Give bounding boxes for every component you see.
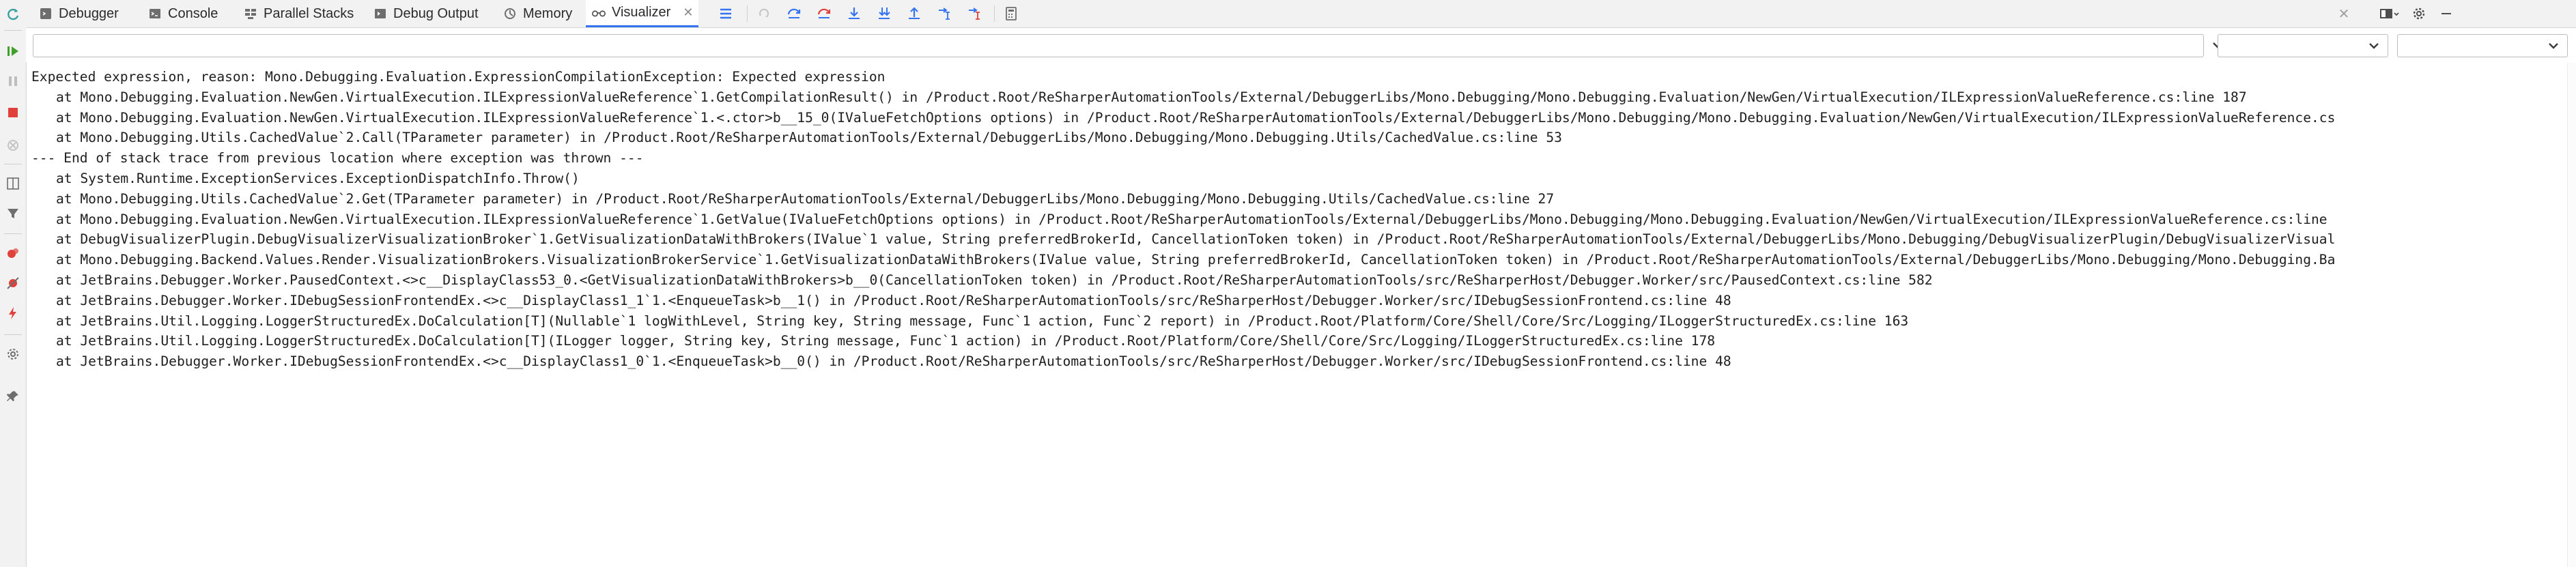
force-step-into-icon[interactable] <box>874 3 894 24</box>
breakpoints-icon[interactable] <box>3 243 23 263</box>
glasses-icon <box>591 5 606 20</box>
chevron-down-icon <box>2545 38 2562 57</box>
run-to-cursor-icon[interactable] <box>934 3 954 24</box>
output-line: at JetBrains.Util.Logging.LoggerStructur… <box>56 333 1716 349</box>
mute-breakpoints-icon[interactable] <box>3 273 23 293</box>
output-line: at Mono.Debugging.Evaluation.NewGen.Virt… <box>56 211 2327 227</box>
tab-bar: Debugger Console Parallel Stacks Debug O… <box>26 0 2576 28</box>
pin-icon[interactable] <box>3 386 23 407</box>
output-line: at JetBrains.Util.Logging.LoggerStructur… <box>56 312 1909 329</box>
gear-icon[interactable] <box>2409 3 2429 24</box>
visualizer-select[interactable] <box>2218 34 2388 57</box>
minimize-icon[interactable] <box>2436 3 2457 24</box>
tab-parallel-stacks[interactable]: Parallel Stacks <box>238 0 359 27</box>
broker-select[interactable] <box>2397 34 2568 57</box>
tab-visualizer[interactable]: Visualizer ✕ <box>586 0 699 27</box>
step-out-icon[interactable] <box>904 3 924 24</box>
tab-label: Debug Output <box>393 5 479 21</box>
expression-input[interactable] <box>33 34 2204 57</box>
output-line: at Mono.Debugging.Utils.CachedValue`2.Ca… <box>56 130 1562 146</box>
filter-icon[interactable] <box>3 203 23 224</box>
expression-row <box>26 28 2576 62</box>
calculator-icon[interactable] <box>1001 3 1021 24</box>
output-line: at JetBrains.Debugger.Worker.IDebugSessi… <box>56 353 1731 370</box>
step-over-back-icon[interactable] <box>814 3 834 24</box>
close-icon[interactable]: ✕ <box>683 5 693 20</box>
output-line: at Mono.Debugging.Evaluation.NewGen.Virt… <box>56 89 2247 105</box>
show-execution-point-icon[interactable] <box>754 3 774 24</box>
tab-label: Console <box>168 5 218 21</box>
debugger-icon <box>38 6 53 21</box>
set-next-statement-icon[interactable] <box>964 3 985 24</box>
tab-debug-output[interactable]: Debug Output <box>367 0 484 27</box>
layout-icon[interactable] <box>3 173 23 194</box>
parallel-stacks-icon <box>243 6 258 21</box>
detach-icon[interactable] <box>3 135 23 156</box>
close-icon[interactable]: ✕ <box>2334 3 2354 24</box>
chevron-down-icon <box>2366 38 2382 57</box>
vertical-scrollbar[interactable] <box>2567 63 2576 567</box>
stop-icon[interactable] <box>3 102 23 123</box>
output-line: at JetBrains.Debugger.Worker.IDebugSessi… <box>56 292 1731 308</box>
pause-icon[interactable] <box>3 71 23 91</box>
output-line: at Mono.Debugging.Backend.Values.Render.… <box>56 252 2336 268</box>
output-line: at Mono.Debugging.Utils.CachedValue`2.Ge… <box>56 190 1555 207</box>
step-into-icon[interactable] <box>844 3 864 24</box>
console-icon <box>147 6 162 21</box>
layout-options-icon[interactable] <box>2379 3 2399 24</box>
visualizer-output: Expected expression, reason: Mono.Debugg… <box>31 67 2569 567</box>
rerun-icon[interactable] <box>3 4 23 25</box>
output-line: Expected expression, reason: Mono.Debugg… <box>31 69 886 85</box>
tab-console[interactable]: Console <box>142 0 223 27</box>
hamburger-menu-icon[interactable] <box>716 3 736 24</box>
tab-debugger[interactable]: Debugger <box>33 0 124 27</box>
tab-memory[interactable]: Memory <box>497 0 578 27</box>
tab-label: Visualizer <box>612 5 671 20</box>
output-line: at Mono.Debugging.Evaluation.NewGen.Virt… <box>56 109 2336 126</box>
memory-icon <box>503 6 518 21</box>
output-line: at JetBrains.Debugger.Worker.PausedConte… <box>56 272 1933 288</box>
tab-label: Debugger <box>59 5 119 21</box>
debug-output-icon <box>373 6 388 21</box>
output-line: --- End of stack trace from previous loc… <box>31 150 644 166</box>
tab-label: Parallel Stacks <box>264 5 354 21</box>
step-over-icon[interactable] <box>784 3 804 24</box>
settings-icon[interactable] <box>3 344 23 364</box>
resume-icon[interactable] <box>3 41 23 61</box>
output-line: at DebugVisualizerPlugin.DebugVisualizer… <box>56 231 2336 248</box>
exception-breakpoint-icon[interactable] <box>3 303 23 323</box>
output-line: at System.Runtime.ExceptionServices.Exce… <box>56 170 580 186</box>
left-toolbar <box>0 0 27 567</box>
tab-label: Memory <box>523 5 573 21</box>
